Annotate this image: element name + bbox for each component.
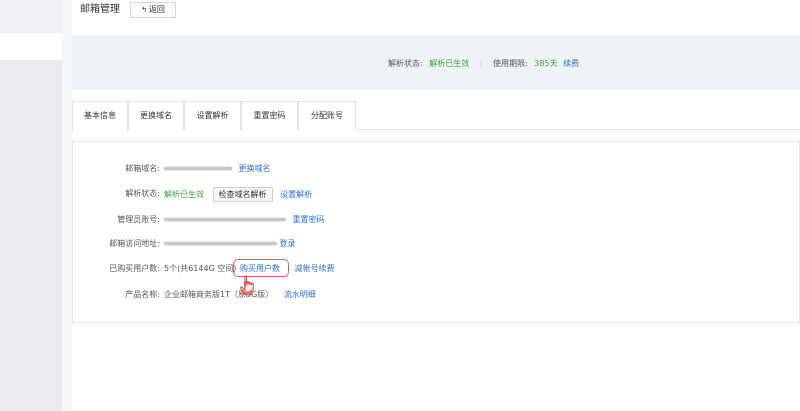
- row-access: 邮箱访问地址: 登录: [73, 237, 473, 251]
- tab-set-resolve[interactable]: 设置解析: [184, 101, 241, 130]
- resolve-value: 解析已生效: [164, 190, 204, 199]
- tab-basic-info[interactable]: 基本信息: [72, 101, 128, 131]
- access-label: 邮箱访问地址:: [109, 239, 160, 248]
- change-domain-link[interactable]: 更换域名: [239, 164, 271, 173]
- divider: |: [479, 59, 483, 68]
- users-value: 5个(共6144G 空间): [164, 264, 237, 273]
- tab-reset-password[interactable]: 重置密码: [241, 101, 298, 130]
- users-label: 已购买用户数:: [109, 264, 160, 273]
- row-admin: 管理员账号: 重置密码: [73, 213, 473, 227]
- main-content: 邮箱管理 ↰ 返回 解析状态: 解析已生效 | 使用期限: 385天 续费 基本信…: [72, 0, 800, 411]
- main-area: 邮箱管理 ↰ 返回 解析状态: 解析已生效 | 使用期限: 385天 续费 基本信…: [62, 0, 800, 411]
- resolve-label: 解析状态:: [125, 189, 160, 198]
- back-button-label: 返回: [148, 5, 165, 14]
- row-resolve: 解析状态: 解析已生效 检查域名解析 设置解析: [73, 187, 473, 202]
- back-button[interactable]: ↰ 返回: [130, 2, 176, 18]
- product-label: 产品名称:: [125, 290, 160, 299]
- resolve-status-value: 解析已生效: [429, 59, 470, 68]
- redacted-domain: [164, 167, 232, 170]
- tab-change-domain[interactable]: 更换域名: [128, 101, 184, 130]
- status-line: 解析状态: 解析已生效 | 使用期限: 385天 续费: [388, 58, 579, 69]
- reduce-account-renew-link[interactable]: 减帐号续费: [295, 264, 335, 273]
- reset-password-link[interactable]: 重置密码: [293, 215, 325, 224]
- resolve-status-label: 解析状态:: [388, 59, 423, 68]
- resolve-value-group: 解析已生效 检查域名解析 设置解析: [164, 187, 312, 202]
- basic-info-panel: 邮箱域名: 更换域名 解析状态: 解析已生效 检查域名解析 设置解析 管理员账号…: [72, 141, 800, 323]
- status-summary-panel: 解析状态: 解析已生效 | 使用期限: 385天 续费: [72, 35, 800, 90]
- redacted-admin-account: [164, 218, 286, 221]
- row-domain: 邮箱域名: 更换域名: [73, 162, 473, 176]
- hand-pointer-icon: [239, 275, 254, 296]
- top-bar: 邮箱管理 ↰ 返回: [72, 0, 800, 28]
- left-sidebar: [0, 0, 62, 411]
- admin-value: 重置密码: [164, 213, 325, 227]
- domain-label: 邮箱域名:: [125, 164, 160, 173]
- tab-bar: 基本信息 更换域名 设置解析 重置密码 分配账号: [72, 101, 800, 131]
- set-resolve-link[interactable]: 设置解析: [280, 190, 312, 199]
- sidebar-top-block: [0, 0, 62, 33]
- row-product: 产品名称: 企业邮箱商务版1T（原3G版） 流水明细: [73, 288, 473, 302]
- access-value: 登录: [164, 237, 296, 251]
- redacted-access-url: [164, 242, 277, 245]
- period-value: 385天: [534, 59, 558, 68]
- period-label: 使用期限:: [493, 59, 528, 68]
- sidebar-menu-area: [0, 60, 62, 411]
- tab-assign-account[interactable]: 分配账号: [298, 101, 356, 130]
- check-resolve-button[interactable]: 检查域名解析: [212, 187, 273, 202]
- renew-link[interactable]: 续费: [563, 59, 579, 68]
- domain-value: 更换域名: [164, 162, 271, 176]
- transaction-details-link[interactable]: 流水明细: [284, 290, 316, 299]
- return-arrow-icon: ↰: [141, 6, 147, 14]
- login-link[interactable]: 登录: [280, 239, 296, 248]
- admin-label: 管理员账号:: [117, 215, 160, 224]
- page-title: 邮箱管理: [80, 4, 131, 16]
